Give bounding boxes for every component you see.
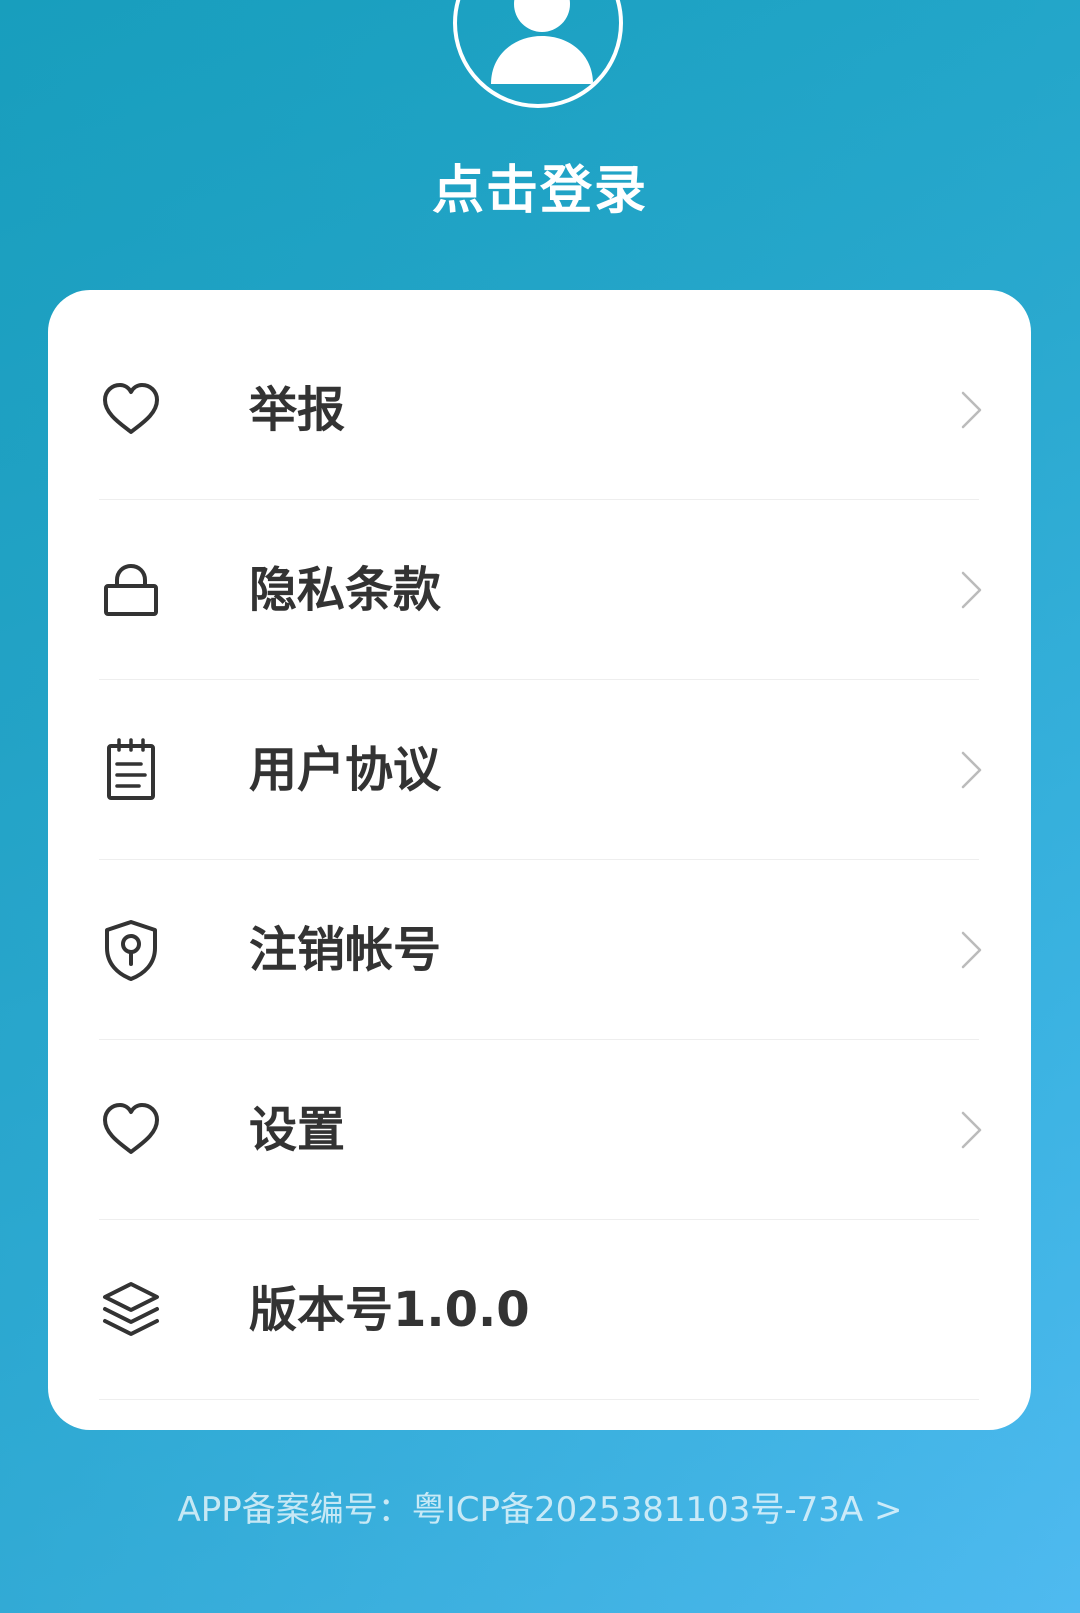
lock-icon <box>104 563 158 616</box>
chevron-right-icon <box>961 751 982 789</box>
menu-item-label: 注销帐号 <box>249 922 442 978</box>
notepad-icon <box>107 738 155 800</box>
heart-icon <box>103 1103 159 1154</box>
layers-icon <box>103 1282 159 1336</box>
login-link[interactable]: 点击登录 <box>0 148 1080 223</box>
divider <box>99 1399 979 1400</box>
icp-record-link[interactable]: APP备案编号：粤ICP备2025381103号-73A > <box>0 1482 1080 1531</box>
menu-item-delete-account[interactable]: 注销帐号 <box>99 860 982 1040</box>
heart-icon <box>103 383 159 434</box>
menu-item-label: 举报 <box>249 382 346 438</box>
shield-key-icon <box>105 920 157 981</box>
menu-card: 举报 隐私条款 用户协议 注销帐号 设置 版本号1.0.0 <box>48 290 1031 1430</box>
menu-item-agreement[interactable]: 用户协议 <box>99 680 982 860</box>
avatar[interactable] <box>453 0 623 108</box>
chevron-right-icon <box>961 571 982 609</box>
chevron-right-icon <box>961 391 982 429</box>
user-avatar-icon <box>491 0 593 84</box>
version-label: 版本号1.0.0 <box>249 1282 530 1338</box>
chevron-right-icon <box>961 931 982 969</box>
menu-item-label: 设置 <box>249 1102 346 1158</box>
menu-item-privacy[interactable]: 隐私条款 <box>99 500 982 680</box>
chevron-right-icon <box>961 1111 982 1149</box>
menu-item-label: 用户协议 <box>249 742 442 798</box>
menu-item-report[interactable]: 举报 <box>99 320 982 500</box>
menu-item-settings[interactable]: 设置 <box>99 1040 982 1220</box>
menu-item-version: 版本号1.0.0 <box>99 1220 979 1400</box>
menu-item-label: 隐私条款 <box>249 562 442 618</box>
